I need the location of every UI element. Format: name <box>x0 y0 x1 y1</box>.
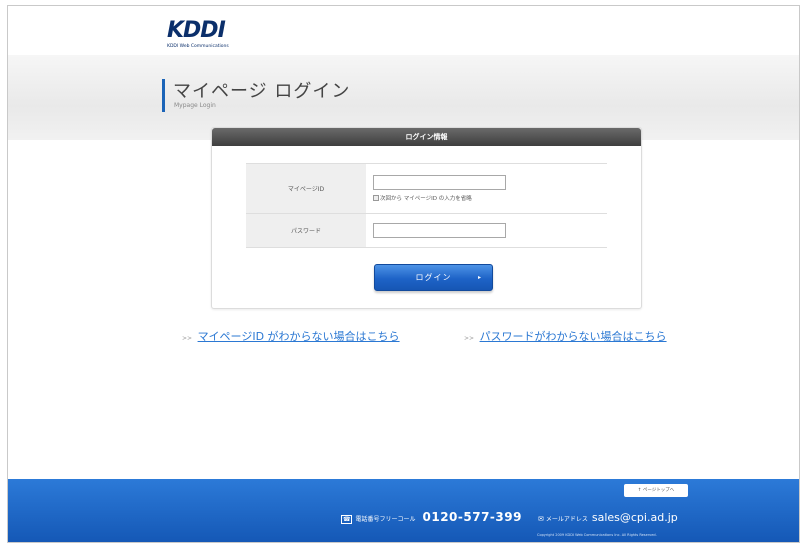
phone-icon: ☎ <box>341 515 353 524</box>
password-field-cell <box>366 213 607 248</box>
page-title: マイページ ログイン <box>173 81 351 102</box>
copyright: Copyright 2009 KDDI Web Communications I… <box>537 533 657 537</box>
tel-number: 0120-577-399 <box>422 510 522 524</box>
tel-label: 電話番号フリーコール <box>355 516 416 523</box>
page-frame: KDDI KDDI Web Communications マイページ ログイン … <box>7 5 800 543</box>
contact-row: ☎ 電話番号フリーコール 0120-577-399 ✉ メールアドレス sale… <box>341 510 678 524</box>
remember-id-checkbox[interactable] <box>373 195 379 201</box>
forgot-password-link-row: >> パスワードがわからない場合はこちら <box>464 328 667 344</box>
logo-subtext: KDDI Web Communications <box>167 44 229 49</box>
login-button[interactable]: ログイン ▸ <box>374 264 493 291</box>
forgot-id-link[interactable]: マイページID がわからない場合はこちら <box>198 330 400 343</box>
page-subtitle: Mypage Login <box>174 102 216 109</box>
mail-address[interactable]: sales@cpi.ad.jp <box>592 511 678 524</box>
forgot-password-link[interactable]: パスワードがわからない場合はこちら <box>480 330 667 343</box>
link-prefix-icon: >> <box>464 335 475 342</box>
login-box-header: ログイン情報 <box>212 128 641 146</box>
link-prefix-icon: >> <box>182 335 193 342</box>
id-row: マイページID 次回から マイページID の入力を省略 <box>246 163 607 214</box>
id-field-cell: 次回から マイページID の入力を省略 <box>366 163 607 214</box>
password-label: パスワード <box>246 213 366 248</box>
kddi-logo[interactable]: KDDI KDDI Web Communications <box>167 20 257 54</box>
login-box: ログイン情報 マイページID 次回から マイページID の入力を省略 パスワード <box>211 127 642 309</box>
login-form-table: マイページID 次回から マイページID の入力を省略 パスワード <box>246 163 607 248</box>
forgot-id-link-row: >> マイページID がわからない場合はこちら <box>182 328 400 344</box>
remember-id-row[interactable]: 次回から マイページID の入力を省略 <box>373 194 607 202</box>
mypage-id-input[interactable] <box>373 175 506 190</box>
arrow-right-icon: ▸ <box>477 274 482 281</box>
footer: ↑ ページトップへ ☎ 電話番号フリーコール 0120-577-399 ✉ メー… <box>8 479 799 542</box>
mail-label: メールアドレス <box>545 516 588 523</box>
password-input[interactable] <box>373 223 506 238</box>
logo-mark: KDDI <box>167 18 226 43</box>
remember-id-label: 次回から マイページID の入力を省略 <box>380 196 472 202</box>
login-button-label: ログイン <box>415 273 452 282</box>
page-top-button[interactable]: ↑ ページトップへ <box>624 484 688 497</box>
title-accent-bar <box>162 79 165 112</box>
mail-icon: ✉ <box>537 515 544 523</box>
password-row: パスワード <box>246 213 607 248</box>
id-label: マイページID <box>246 163 366 214</box>
